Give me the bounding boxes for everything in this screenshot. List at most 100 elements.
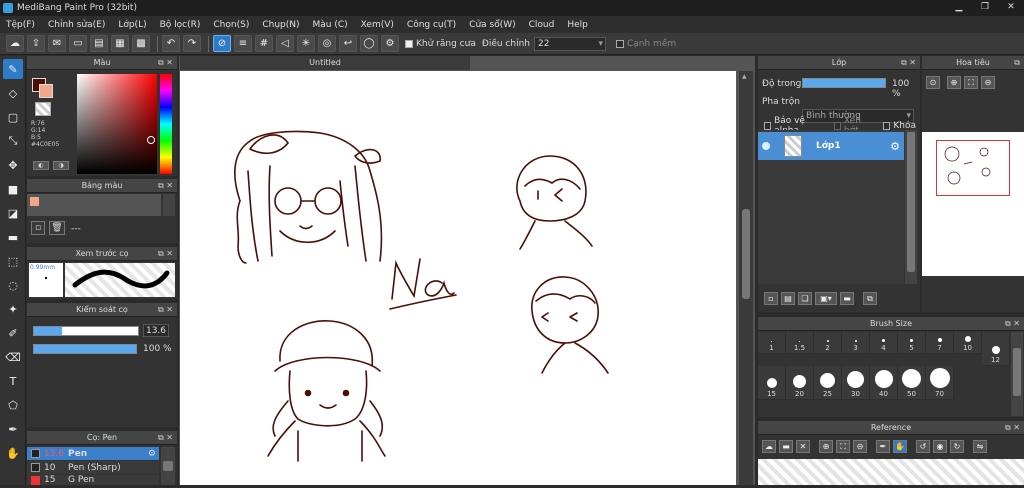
hue-slider[interactable] bbox=[160, 74, 172, 174]
antialias-checkbox[interactable] bbox=[405, 39, 413, 48]
reference-rotate-right-icon[interactable]: ↻ bbox=[950, 440, 964, 453]
panel-close-icon[interactable]: ⧉ ✕ bbox=[1005, 421, 1020, 435]
gradient-tool-icon[interactable]: ▬ bbox=[3, 227, 23, 247]
layer-opacity-slider[interactable] bbox=[802, 78, 886, 88]
new-halftone-layer-icon[interactable]: ▤ bbox=[781, 292, 795, 305]
secondary-color-swatch[interactable] bbox=[39, 84, 53, 98]
share-icon[interactable]: ⇪ bbox=[27, 35, 45, 52]
palette-scrollbar[interactable] bbox=[163, 194, 175, 216]
panel-close-icon[interactable]: ⧉ ✕ bbox=[158, 247, 173, 261]
color-picker-square[interactable] bbox=[77, 74, 157, 174]
duplicate-layer-icon[interactable]: ❏ bbox=[798, 292, 812, 305]
brush-size-cell[interactable]: 70 bbox=[926, 366, 954, 400]
new-folder-icon[interactable]: ▬ bbox=[840, 292, 854, 305]
reference-flip-icon[interactable]: ⇋ bbox=[973, 440, 987, 453]
select-pen-tool-icon[interactable]: ✐ bbox=[3, 323, 23, 343]
menu-window[interactable]: Cửa sổ(W) bbox=[469, 20, 515, 30]
snap-grid-icon[interactable]: # bbox=[255, 35, 273, 52]
rectangle-tool-icon[interactable]: ▢ bbox=[3, 107, 23, 127]
zoom-actual-icon[interactable]: ⊙ bbox=[926, 76, 940, 89]
brush-size-cell[interactable]: 1 bbox=[758, 332, 786, 354]
canvas-vertical-scrollbar[interactable]: ▲ bbox=[739, 71, 753, 485]
brush-size-cell[interactable]: 7 bbox=[926, 332, 954, 354]
soft-edge-checkbox[interactable] bbox=[615, 39, 624, 48]
brush-size-cell[interactable]: 40 bbox=[870, 366, 898, 400]
document-icon[interactable]: ▭ bbox=[69, 35, 87, 52]
brush-size-cell[interactable]: 20 bbox=[786, 366, 814, 400]
panel-close-icon[interactable]: ⧉ ✕ bbox=[901, 56, 916, 70]
reference-fit-icon[interactable]: ⛶ bbox=[836, 440, 850, 453]
reference-rotate-left-icon[interactable]: ↺ bbox=[916, 440, 930, 453]
reference-image-area[interactable] bbox=[758, 459, 1024, 485]
brush-size-cell[interactable]: 4 bbox=[870, 332, 898, 354]
brush-size-cell[interactable]: 30 bbox=[842, 366, 870, 400]
zoom-in-icon[interactable]: ⊕ bbox=[947, 76, 961, 89]
comment-icon[interactable]: ✉ bbox=[48, 35, 66, 52]
document-tab[interactable]: Untitled bbox=[180, 56, 470, 70]
brush-opacity-slider[interactable] bbox=[33, 344, 137, 354]
snap-settings-icon[interactable]: ⚙ bbox=[381, 35, 399, 52]
layer-list-scrollbar[interactable] bbox=[905, 130, 917, 284]
brush-item-pen-sharp[interactable]: 10 Pen (Sharp) bbox=[27, 461, 159, 474]
text-tool-icon[interactable]: T bbox=[3, 371, 23, 391]
eyedropper-tool-icon[interactable]: ✒ bbox=[3, 419, 23, 439]
dot-tool-icon[interactable]: ⤡ bbox=[3, 131, 23, 151]
protect-alpha-checkbox[interactable] bbox=[764, 122, 772, 130]
merge-layer-icon[interactable]: ⧉ bbox=[863, 292, 877, 305]
zoom-out-icon[interactable]: ⊖ bbox=[981, 76, 995, 89]
brush-size-cell[interactable]: 3 bbox=[842, 332, 870, 354]
layer-visibility-icon[interactable] bbox=[762, 142, 770, 150]
brush-size-cell[interactable]: 2 bbox=[814, 332, 842, 354]
menu-filter[interactable]: Bộ lọc(R) bbox=[160, 20, 201, 30]
reference-reset-icon[interactable]: ◉ bbox=[933, 440, 947, 453]
hand-tool-icon[interactable]: ✋ bbox=[3, 443, 23, 463]
layer-settings-icon[interactable]: ⚙ bbox=[890, 140, 900, 153]
brush-item-pen[interactable]: 13.6 Pen ⚙ bbox=[27, 447, 159, 460]
panel-close-icon[interactable]: ⧉ ✕ bbox=[158, 431, 173, 445]
brush-size-cell[interactable]: 12 bbox=[982, 332, 1010, 366]
snap-curve-icon[interactable]: ↩ bbox=[339, 35, 357, 52]
fit-icon[interactable]: ⛶ bbox=[964, 76, 978, 89]
menu-file[interactable]: Tệp(F) bbox=[6, 20, 35, 30]
delete-palette-icon[interactable]: 🗑 bbox=[49, 221, 65, 235]
grid-view-icon[interactable]: ▩ bbox=[132, 35, 150, 52]
menu-layer[interactable]: Lớp(L) bbox=[118, 20, 146, 30]
divide-tool-icon[interactable]: ⬠ bbox=[3, 395, 23, 415]
undo-icon[interactable]: ↶ bbox=[162, 35, 180, 52]
drawing-canvas[interactable]: Na bbox=[180, 71, 736, 485]
page-icon[interactable]: ▤ bbox=[90, 35, 108, 52]
swap-color-button[interactable]: ◐ bbox=[33, 161, 49, 170]
brush-size-cell[interactable]: 25 bbox=[814, 366, 842, 400]
layer-row-1[interactable]: Lớp1 ⚙ bbox=[758, 132, 904, 160]
menu-color[interactable]: Màu (C) bbox=[313, 20, 348, 30]
brush-size-cell[interactable]: 50 bbox=[898, 366, 926, 400]
menu-cloud[interactable]: Cloud bbox=[529, 20, 555, 30]
minimize-button[interactable]: ▁ bbox=[946, 0, 972, 14]
cloud-icon[interactable]: ☁ bbox=[6, 35, 24, 52]
navigator-preview[interactable] bbox=[922, 132, 1024, 276]
fill-shape-tool-icon[interactable]: ■ bbox=[3, 179, 23, 199]
menu-select[interactable]: Chọn(S) bbox=[213, 20, 249, 30]
maximize-button[interactable]: ❐ bbox=[972, 0, 998, 14]
adjust-select[interactable]: 22 bbox=[533, 36, 606, 51]
bucket-tool-icon[interactable]: ◪ bbox=[3, 203, 23, 223]
panel-close-icon[interactable]: ⧉ ✕ bbox=[158, 56, 173, 70]
brush-tool-icon[interactable]: ✎ bbox=[3, 59, 23, 79]
panel-close-icon[interactable]: ⧉ ✕ bbox=[158, 303, 173, 317]
snap-perspective-icon[interactable]: ◁ bbox=[276, 35, 294, 52]
scroll-thumb[interactable] bbox=[742, 209, 750, 299]
reference-close-icon[interactable]: ✕ bbox=[796, 440, 810, 453]
brush-size-value[interactable]: 13.6 bbox=[143, 324, 169, 337]
brush-size-cell[interactable]: 5 bbox=[898, 332, 926, 354]
brush-list-scrollbar[interactable] bbox=[161, 447, 175, 485]
select-tool-icon[interactable]: ⬚ bbox=[3, 251, 23, 271]
new-layer-icon[interactable]: ▫ bbox=[764, 292, 778, 305]
reference-cloud-icon[interactable]: ☁ bbox=[762, 440, 776, 453]
menu-snap[interactable]: Chụp(N) bbox=[262, 20, 299, 30]
reference-zoom-in-icon[interactable]: ⊕ bbox=[819, 440, 833, 453]
move-tool-icon[interactable]: ✥ bbox=[3, 155, 23, 175]
reference-zoom-out-icon[interactable]: ⊖ bbox=[853, 440, 867, 453]
add-palette-button[interactable]: ▫ bbox=[31, 221, 45, 235]
panel-close-icon[interactable]: ⧉ ✕ bbox=[158, 179, 173, 193]
snap-off-icon[interactable]: ⊘ bbox=[213, 35, 231, 52]
